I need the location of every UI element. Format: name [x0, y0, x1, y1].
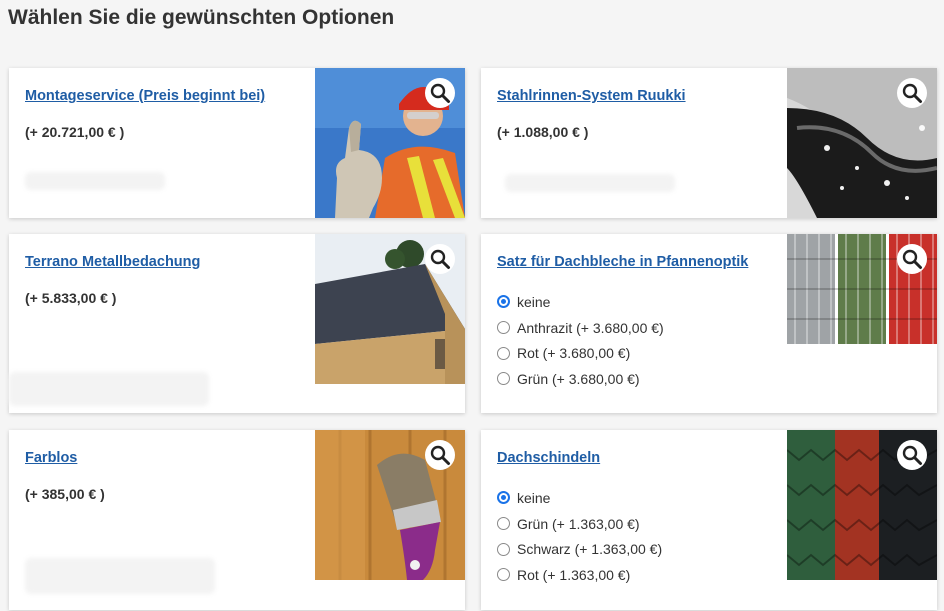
option-card-dachschindeln: Dachschindeln keine Grün (+ 1.363,00 €) …	[481, 430, 937, 610]
option-link-terrano[interactable]: Terrano Metallbedachung	[25, 254, 200, 270]
magnifier-icon[interactable]	[425, 244, 455, 274]
radio-checked-icon[interactable]	[497, 491, 510, 505]
radio-icon[interactable]	[497, 542, 510, 556]
radio-option-rot[interactable]: Rot (+ 3.680,00 €)	[497, 340, 664, 366]
option-card-stahlrinnen: Stahlrinnen-System Ruukki (+ 1.088,00 € …	[481, 68, 937, 218]
magnifier-icon[interactable]	[897, 440, 927, 470]
option-card-dachbleche: Satz für Dachbleche in Pfannenoptik kein…	[481, 234, 937, 413]
radio-option-keine[interactable]: keine	[497, 485, 662, 511]
radio-icon[interactable]	[497, 346, 510, 360]
page-title: Wählen Sie die gewünschten Optionen	[8, 6, 395, 29]
radio-option-schwarz[interactable]: Schwarz (+ 1.363,00 €)	[497, 536, 662, 562]
radio-option-gruen[interactable]: Grün (+ 3.680,00 €)	[497, 366, 664, 392]
option-price-farblos: (+ 385,00 € )	[25, 486, 105, 502]
radio-group-dachbleche: keine Anthrazit (+ 3.680,00 €) Rot (+ 3.…	[497, 289, 664, 392]
option-card-terrano: Terrano Metallbedachung (+ 5.833,00 € )	[9, 234, 465, 413]
option-link-dachbleche[interactable]: Satz für Dachbleche in Pfannenoptik	[497, 254, 748, 270]
magnifier-icon[interactable]	[425, 78, 455, 108]
magnifier-icon[interactable]	[425, 440, 455, 470]
radio-option-gruen[interactable]: Grün (+ 1.363,00 €)	[497, 511, 662, 537]
magnifier-icon[interactable]	[897, 78, 927, 108]
blurred-area	[25, 558, 215, 594]
blurred-area	[9, 372, 209, 406]
radio-option-rot[interactable]: Rot (+ 1.363,00 €)	[497, 562, 662, 588]
radio-group-dachschindeln: keine Grün (+ 1.363,00 €) Schwarz (+ 1.3…	[497, 485, 662, 588]
radio-icon[interactable]	[497, 517, 510, 531]
blurred-area	[25, 172, 165, 190]
radio-icon[interactable]	[497, 372, 510, 386]
radio-icon[interactable]	[497, 321, 510, 335]
option-card-farblos: Farblos (+ 385,00 € )	[9, 430, 465, 610]
blurred-area	[505, 174, 675, 192]
option-link-farblos[interactable]: Farblos	[25, 450, 77, 466]
option-price-montageservice: (+ 20.721,00 € )	[25, 124, 125, 140]
radio-option-anthrazit[interactable]: Anthrazit (+ 3.680,00 €)	[497, 315, 664, 341]
magnifier-icon[interactable]	[897, 244, 927, 274]
radio-icon[interactable]	[497, 568, 510, 582]
option-price-stahlrinnen: (+ 1.088,00 € )	[497, 124, 589, 140]
option-link-montageservice[interactable]: Montageservice (Preis beginnt bei)	[25, 88, 265, 104]
radio-option-keine[interactable]: keine	[497, 289, 664, 315]
option-link-stahlrinnen[interactable]: Stahlrinnen-System Ruukki	[497, 88, 686, 104]
radio-checked-icon[interactable]	[497, 295, 510, 309]
option-price-terrano: (+ 5.833,00 € )	[25, 290, 117, 306]
option-link-dachschindeln[interactable]: Dachschindeln	[497, 450, 600, 466]
option-card-montageservice: Montageservice (Preis beginnt bei) (+ 20…	[9, 68, 465, 218]
